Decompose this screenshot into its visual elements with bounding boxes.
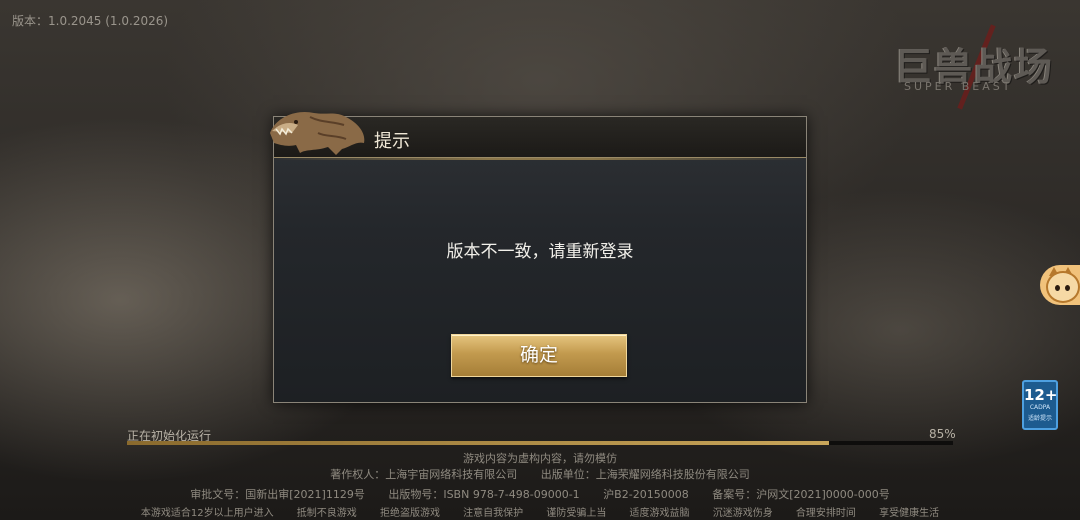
- age-rating-number: 12+: [1024, 386, 1058, 404]
- dialog-message: 版本不一致，请重新登录: [446, 242, 634, 262]
- game-logo: 巨兽战场 SUPER BEAST: [892, 24, 1058, 110]
- footer-approval-no: 审批文号：国新出审[2021]1129号: [190, 488, 365, 501]
- footer-line-1: 游戏内容为虚构内容，请勿模仿: [0, 450, 1080, 466]
- footer-health-tip: 注意自我保护: [463, 508, 524, 519]
- age-rating-org: CADPA: [1029, 404, 1051, 411]
- footer-health-tip: 适度游戏益脑: [629, 508, 690, 519]
- mascot-eye-left: [1055, 285, 1060, 291]
- confirm-button[interactable]: 确定: [451, 334, 627, 377]
- footer-health-tip: 享受健康生活: [879, 508, 940, 519]
- logo-subtitle: SUPER BEAST: [904, 80, 1013, 93]
- footer-copyright-owner: 著作权人：上海宇宙网络科技有限公司: [330, 468, 518, 481]
- progress-bar-fill: [127, 441, 830, 445]
- dialog-header: 提示: [270, 111, 806, 160]
- age-rating-tip: 适龄提示: [1027, 415, 1052, 422]
- footer-health-tip: 合理安排时间: [795, 508, 856, 519]
- footer-health-tip: 沉迷游戏伤身: [712, 508, 773, 519]
- version-label: 版本：1.0.2045 (1.0.2026): [12, 14, 169, 28]
- footer-health-tip: 谨防受骗上当: [546, 508, 607, 519]
- footer-notice: 游戏内容为虚构内容，请勿模仿: [463, 452, 617, 465]
- footer-health-tip: 拒绝盗版游戏: [379, 508, 440, 519]
- footer-line-2: 著作权人：上海宇宙网络科技有限公司 出版单位：上海荣耀网络科技股份有限公司: [0, 466, 1080, 482]
- mascot-face: [1046, 271, 1080, 303]
- footer-health-tip: 抵制不良游戏: [296, 508, 357, 519]
- cat-mascot-icon[interactable]: [1040, 265, 1080, 305]
- alert-dialog: 提示 版本不一致，请重新登录 确定: [270, 111, 807, 403]
- mascot-eye-right: [1065, 285, 1070, 291]
- footer-line-4: 本游戏适合12岁以上用户进入 抵制不良游戏 拒绝盗版游戏 注意自我保护 谨防受骗…: [0, 504, 1080, 519]
- progress-bar: [127, 441, 953, 445]
- dialog-title: 提示: [374, 131, 410, 152]
- footer-icp: 沪B2-20150008: [603, 488, 689, 501]
- footer-publisher: 出版单位：上海荣耀网络科技股份有限公司: [540, 468, 750, 481]
- footer-isbn: 出版物号：ISBN 978-7-498-09000-1: [388, 488, 580, 501]
- progress-percent: 85%: [929, 427, 956, 441]
- dinosaur-icon: [270, 111, 365, 155]
- footer-line-3: 审批文号：国新出审[2021]1129号 出版物号：ISBN 978-7-498…: [0, 486, 1080, 502]
- footer-health-tip: 本游戏适合12岁以上用户进入: [140, 508, 274, 519]
- footer-record-no: 备案号：沪网文[2021]0000-000号: [712, 488, 890, 501]
- age-rating-badge[interactable]: 12+ CADPA 适龄提示: [1022, 380, 1058, 430]
